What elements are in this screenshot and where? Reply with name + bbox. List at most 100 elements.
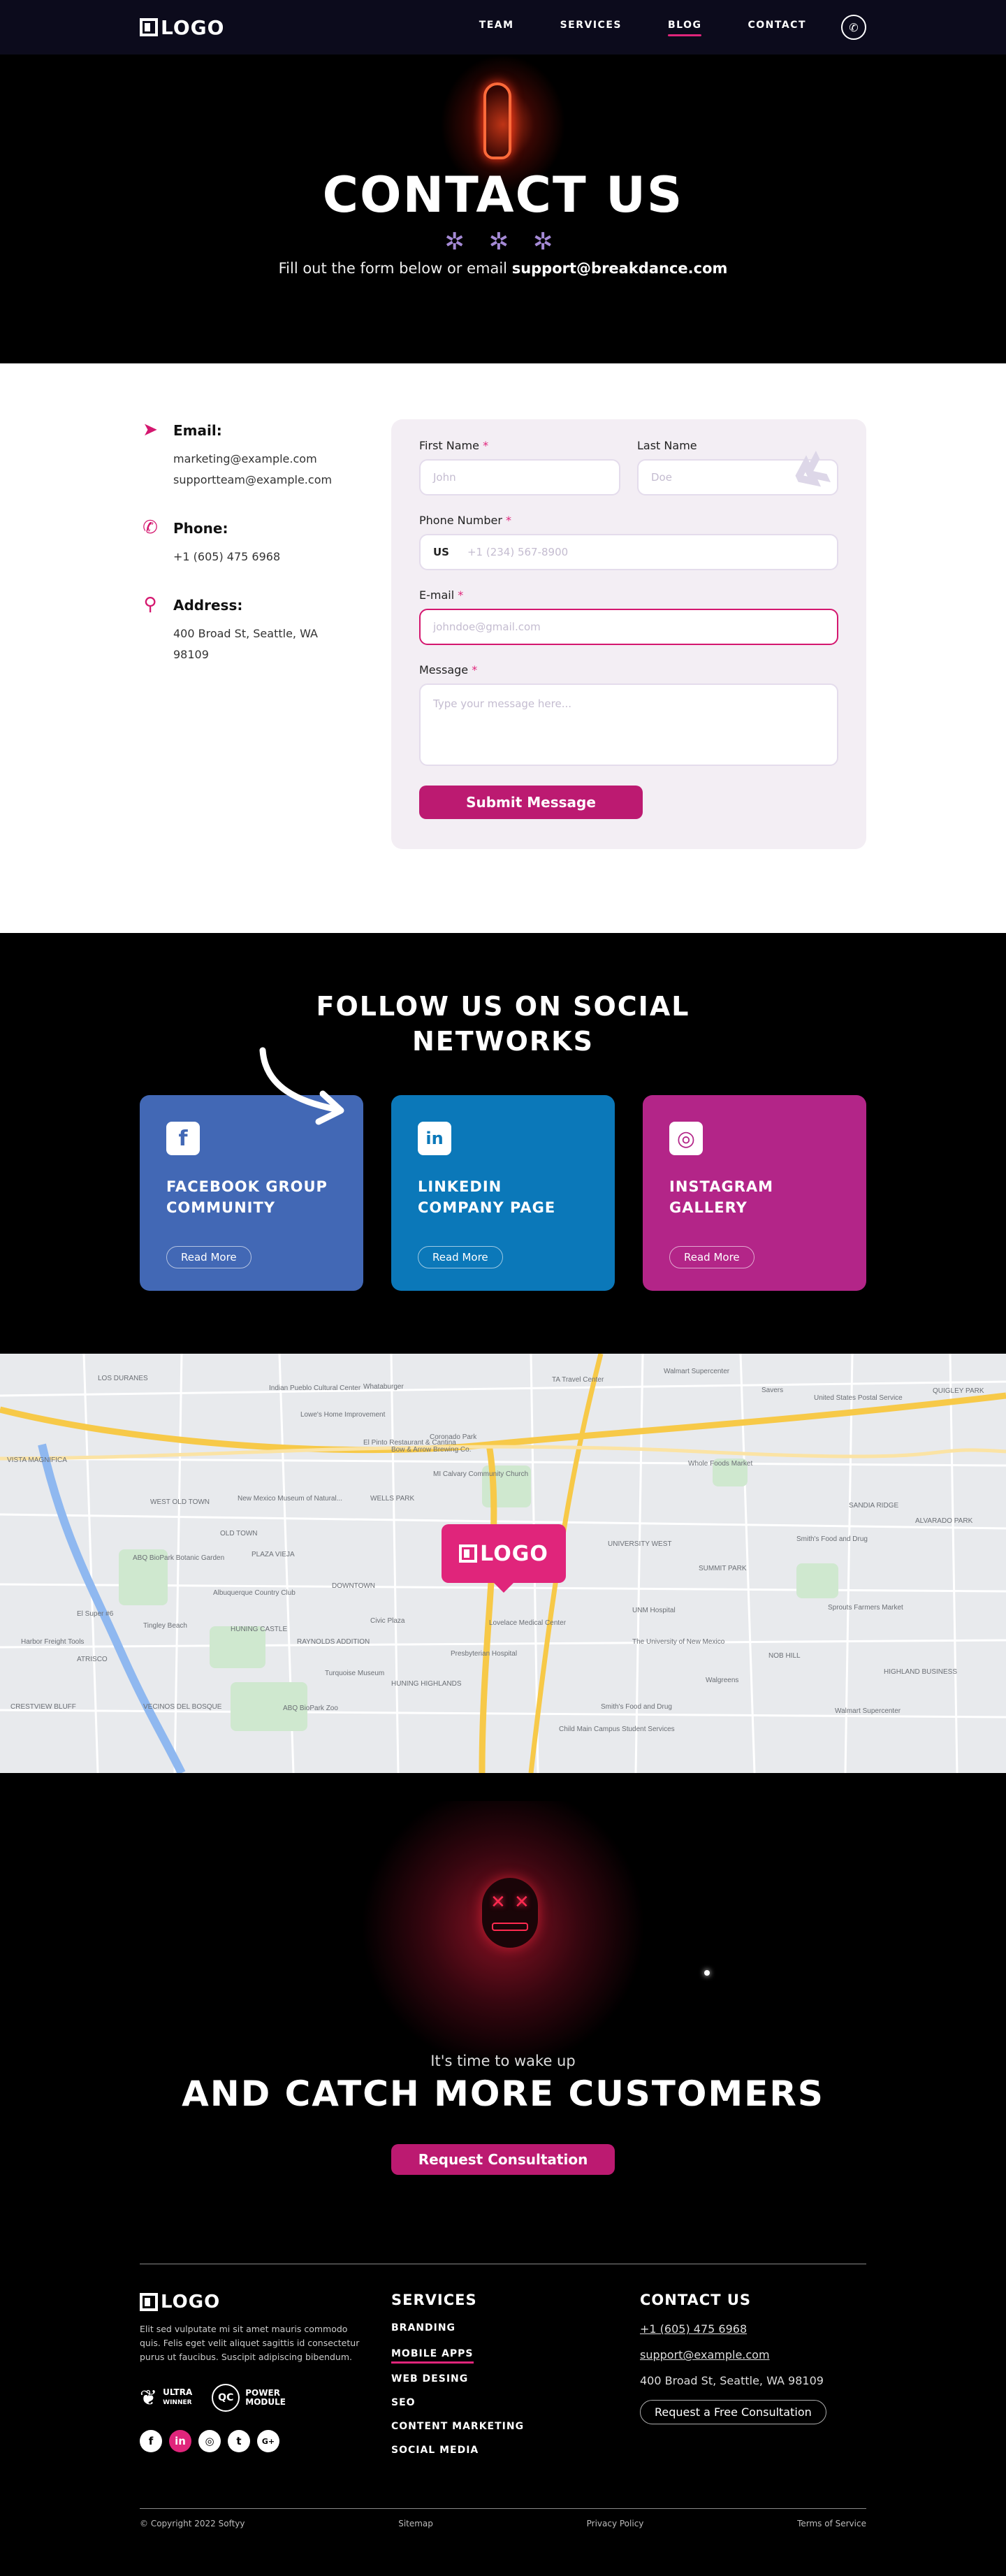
submit-message-button[interactable]: Submit Message <box>419 786 643 819</box>
map-label: United States Postal Service <box>814 1394 903 1402</box>
request-free-consultation-button[interactable]: Request a Free Consultation <box>640 2400 826 2424</box>
linkedin-read-more-button[interactable]: Read More <box>418 1246 503 1268</box>
logo-mark <box>140 2293 158 2311</box>
map-label: Turquoise Museum <box>325 1670 384 1677</box>
address-title: Address: <box>173 597 243 614</box>
service-mobile-apps-link[interactable]: MOBILE APPS <box>391 2348 474 2364</box>
message-field: Message * Type your message here... <box>419 663 838 766</box>
nav-item-services[interactable]: SERVICES <box>560 20 622 35</box>
phone-number[interactable]: +1 (605) 475 6968 <box>173 547 280 567</box>
privacy-policy-link[interactable]: Privacy Policy <box>587 2519 644 2528</box>
copyright-text: © Copyright 2022 Softyy <box>140 2519 245 2528</box>
map-label: Presbyterian Hospital <box>451 1650 517 1658</box>
sitemap-link[interactable]: Sitemap <box>398 2519 433 2528</box>
email-address-1[interactable]: marketing@example.com <box>173 449 332 470</box>
country-code-select[interactable]: US <box>433 546 449 558</box>
map-label: RAYNOLDS ADDITION <box>297 1638 370 1646</box>
google-plus-icon[interactable]: G+ <box>257 2430 279 2452</box>
facebook-read-more-button[interactable]: Read More <box>166 1246 252 1268</box>
linkedin-icon[interactable]: in <box>169 2430 191 2452</box>
map-label: OLD TOWN <box>220 1530 258 1537</box>
facebook-icon[interactable]: f <box>140 2430 162 2452</box>
address-line-2: 98109 <box>173 648 209 661</box>
service-branding-link[interactable]: BRANDING <box>391 2322 524 2333</box>
phone-icon[interactable]: ✆ <box>841 15 866 40</box>
message-textarea[interactable]: Type your message here... <box>419 683 838 766</box>
map-label: El Super #6 <box>77 1610 114 1618</box>
phone-placeholder: +1 (234) 567-8900 <box>467 546 569 558</box>
contact-info: ➤ Email: marketing@example.com supportte… <box>140 419 349 692</box>
map-label: Indian Pueblo Cultural Center <box>269 1384 361 1392</box>
email-address-2[interactable]: supportteam@example.com <box>173 470 332 491</box>
site-logo[interactable]: LOGO <box>140 16 224 39</box>
footer-contact-title: CONTACT US <box>640 2292 752 2308</box>
first-name-label: First Name * <box>419 439 489 452</box>
map-label: Sprouts Farmers Market <box>828 1604 903 1612</box>
map-label: WELLS PARK <box>370 1495 414 1503</box>
map-label: UNM Hospital <box>632 1607 676 1614</box>
phone-title: Phone: <box>173 520 228 537</box>
instagram-read-more-button[interactable]: Read More <box>669 1246 754 1268</box>
service-content-marketing-link[interactable]: CONTENT MARKETING <box>391 2421 524 2432</box>
map-label: Smith's Food and Drug <box>796 1535 868 1543</box>
footer-email-link[interactable]: support@example.com <box>640 2348 826 2361</box>
first-name-input[interactable]: John <box>419 459 620 495</box>
logo-mark <box>140 18 158 36</box>
email-field: E-mail * johndoe@gmail.com <box>419 588 838 645</box>
phone-info: ✆ Phone: +1 (605) 475 6968 <box>140 517 349 567</box>
terms-of-service-link[interactable]: Terms of Service <box>797 2519 866 2528</box>
map-label: HIGHLAND BUSINESS <box>884 1668 957 1676</box>
email-label: E-mail * <box>419 588 464 602</box>
hero-subtitle-text: Fill out the form below or email <box>278 260 512 277</box>
support-email-link[interactable]: support@breakdance.com <box>512 260 728 277</box>
map-label: Savers <box>761 1387 783 1394</box>
main-menu: TEAM SERVICES BLOG CONTACT ✆ <box>479 15 866 40</box>
nav-item-team[interactable]: TEAM <box>479 20 514 35</box>
map-label: HUNING CASTLE <box>231 1626 287 1633</box>
power-module-badge: QC POWER MODULE <box>212 2384 286 2412</box>
email-title: Email: <box>173 422 222 439</box>
footer-bottom-bar: © Copyright 2022 Softyy Sitemap Privacy … <box>140 2508 866 2528</box>
hero-subtitle: Fill out the form below or email support… <box>0 260 1006 277</box>
phone-ringing-icon: ✆ <box>143 517 158 538</box>
map-label: ATRISCO <box>77 1656 108 1663</box>
service-social-media-link[interactable]: SOCIAL MEDIA <box>391 2445 524 2456</box>
map-location-pin[interactable]: LOGO <box>442 1524 566 1593</box>
map-pin-logo: LOGO <box>459 1542 548 1566</box>
map-label: New Mexico Museum of Natural... <box>238 1495 342 1503</box>
map-pin-icon: ⚲ <box>143 594 157 615</box>
instagram-icon: ◎ <box>669 1122 703 1155</box>
footer-contact: CONTACT US +1 (605) 475 6968 support@exa… <box>640 2292 826 2424</box>
cta-title: AND CATCH MORE CUSTOMERS <box>182 2074 824 2114</box>
nav-item-contact[interactable]: CONTACT <box>748 20 806 35</box>
map-label: LOS DURANES <box>98 1375 148 1382</box>
instagram-icon[interactable]: ◎ <box>198 2430 221 2452</box>
map-label: SUMMIT PARK <box>699 1565 747 1572</box>
site-footer: LOGO Elit sed vulputate mi sit amet maur… <box>0 2262 1006 2548</box>
map-label: HUNING HIGHLANDS <box>391 1680 462 1688</box>
social-section: FOLLOW US ON SOCIAL NETWORKS f FACEBOOK G… <box>0 933 1006 1354</box>
service-seo-link[interactable]: SEO <box>391 2397 524 2408</box>
nav-item-blog[interactable]: BLOG <box>667 20 702 36</box>
linkedin-card-title: LINKEDIN COMPANY PAGE <box>418 1178 556 1216</box>
instagram-card-title: INSTAGRAM GALLERY <box>669 1178 774 1216</box>
email-input[interactable]: johndoe@gmail.com <box>419 609 838 645</box>
first-name-field: First Name * John <box>419 439 620 495</box>
map-label: WEST OLD TOWN <box>150 1498 210 1506</box>
map-label: Walmart Supercenter <box>664 1368 730 1375</box>
linkedin-card[interactable]: in LINKEDIN COMPANY PAGE Read More <box>391 1095 615 1291</box>
instagram-card[interactable]: ◎ INSTAGRAM GALLERY Read More <box>643 1095 866 1291</box>
footer-phone-link[interactable]: +1 (605) 475 6968 <box>640 2322 826 2336</box>
location-map[interactable]: LOS DURANES Indian Pueblo Cultural Center… <box>0 1354 1006 1773</box>
social-cards: f FACEBOOK GROUP COMMUNITY Read More in L… <box>140 1095 866 1291</box>
phone-input[interactable]: US +1 (234) 567-8900 <box>419 534 838 570</box>
footer-about: LOGO Elit sed vulputate mi sit amet maur… <box>140 2292 363 2452</box>
request-consultation-button[interactable]: Request Consultation <box>391 2144 615 2175</box>
twitter-icon[interactable]: t <box>228 2430 250 2452</box>
last-name-label: Last Name <box>637 439 697 452</box>
contact-form: ‹‹ First Name * John Last Name Doe Phone… <box>391 419 866 849</box>
service-web-design-link[interactable]: WEB DESING <box>391 2373 524 2385</box>
decorative-stars: ✲ ✲ ✲ <box>444 228 562 256</box>
paper-plane-icon: ➤ <box>143 419 158 440</box>
footer-logo[interactable]: LOGO <box>140 2292 363 2313</box>
